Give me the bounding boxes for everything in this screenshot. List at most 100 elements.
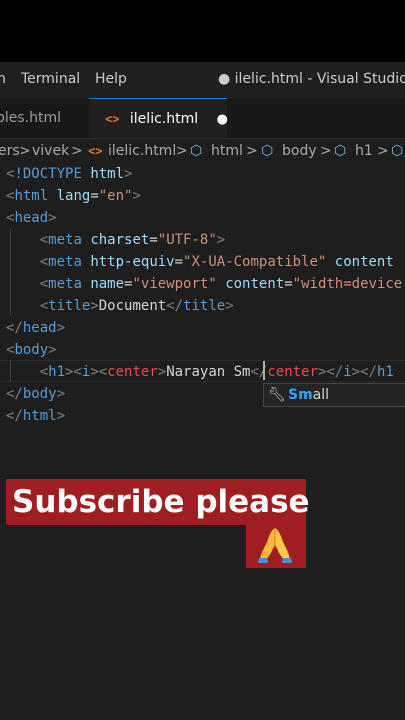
html-file-icon: <> [105,112,120,126]
breadcrumb-item-file[interactable]: ilelic.html [108,139,176,163]
tab-ilelic-html[interactable]: <> ilelic.html ● [89,98,228,138]
suggestion-match: Sm [288,387,313,403]
code-token: = [174,254,184,270]
window-title: ● ilelic.html - Visual Studio Code [218,71,405,87]
cube-icon: ⬡ [190,143,203,159]
code-token: "X-UA-Compatible" [183,254,327,270]
tab-label: ilelic.html [129,111,199,127]
code-token: "viewport" [132,276,217,292]
code-token: title [183,298,226,314]
unsaved-dot-icon[interactable]: ● [217,112,228,127]
code-token: < [39,254,49,270]
code-token: < [39,364,49,380]
subscribe-banner: Subscribe please [6,479,310,525]
breadcrumb: ers > vivek > <> ilelic.html > ⬡ html > … [0,139,405,163]
breadcrumb-item-vivek[interactable]: vivek [32,139,69,163]
chevron-right-icon: > [176,143,188,159]
code-line[interactable]: <title>Document</title> [6,295,234,317]
code-token: > [90,298,99,314]
code-token: = [90,188,99,204]
text-cursor [263,361,265,380]
code-token: ></ [317,364,344,380]
code-token: > [56,320,66,336]
code-line[interactable]: <meta charset="UTF-8"> [6,229,226,251]
code-token: head [22,320,57,336]
code-token: center [107,364,158,380]
code-line[interactable]: </html> [6,405,65,427]
code-token: content [334,254,394,270]
code-line[interactable]: <h1><i><center>Narayan Sm</center></i></… [6,361,394,383]
code-token: </ [6,408,23,424]
code-token: content [225,276,285,292]
code-token: meta [48,232,82,248]
cube-icon: ⬡ [391,143,404,159]
code-token: "UTF-8" [157,232,217,248]
code-token: http-equiv [90,254,175,270]
code-token: i [343,364,352,380]
tab-examples[interactable]: ples.html [0,98,88,138]
code-token: = [284,276,293,292]
menu-item-run[interactable]: n [0,71,6,87]
code-token: < [39,276,49,292]
code-token: body [14,342,49,358]
code-line[interactable]: <!DOCTYPE html> [6,163,132,185]
suggestion-label: Small [288,384,329,406]
code-token: Document [98,298,167,314]
code-token: > [56,386,66,402]
code-token: > [48,342,57,358]
chevron-right-icon: > [377,143,389,159]
code-token: </ [6,320,23,336]
code-token: head [14,210,49,226]
folded-hands-emoji [258,528,292,563]
code-line[interactable]: <html lang="en"> [6,185,141,207]
code-line[interactable]: </body> [6,383,65,405]
code-token: body [22,386,57,402]
code-token: "width=device- [292,276,405,292]
breadcrumb-item-users[interactable]: ers [0,139,20,163]
code-token: lang [56,188,91,204]
code-token: > [48,210,57,226]
tab-label: ples.html [0,110,62,126]
breadcrumb-item-h1[interactable]: h1 [355,139,373,163]
code-line[interactable]: <meta http-equiv="X-UA-Compatible" conte… [6,251,394,273]
code-token: </ [166,298,184,314]
code-token: > [157,364,167,380]
breadcrumb-item-html[interactable]: html [211,139,243,163]
menu-bar: n Terminal Help ● ilelic.html - Visual S… [0,62,405,98]
code-line[interactable]: <head> [6,207,57,229]
code-token: < [39,298,49,314]
chevron-right-icon: > [320,143,332,159]
code-token: >< [65,364,82,380]
code-line[interactable]: <meta name="viewport" content="width=dev… [6,273,405,295]
code-token: > [124,166,133,182]
code-token: = [149,232,158,248]
code-token: > [225,298,234,314]
menu-item-help[interactable]: Help [95,71,127,87]
code-token: html [14,188,49,204]
editor-tab-bar: ples.html <> ilelic.html ● [0,98,405,139]
code-line[interactable]: </head> [6,317,65,339]
code-token: h1 [48,364,66,380]
chevron-right-icon: > [246,143,258,159]
code-line[interactable]: <body> [6,339,57,361]
code-token: name [90,276,125,292]
code-token: > [216,232,226,248]
html-file-icon: <> [88,144,103,158]
code-token: charset [90,232,150,248]
breadcrumb-item-body[interactable]: body [282,139,317,163]
code-token: meta [48,254,82,270]
cube-icon: ⬡ [334,143,347,159]
menu-item-terminal[interactable]: Terminal [21,71,80,87]
chevron-right-icon: > [71,143,83,159]
code-token: title [48,298,91,314]
autocomplete-suggestion[interactable]: 🔧︎ Small [263,383,405,407]
code-token: ></ [351,364,377,380]
wrench-icon: 🔧︎ [268,387,286,403]
